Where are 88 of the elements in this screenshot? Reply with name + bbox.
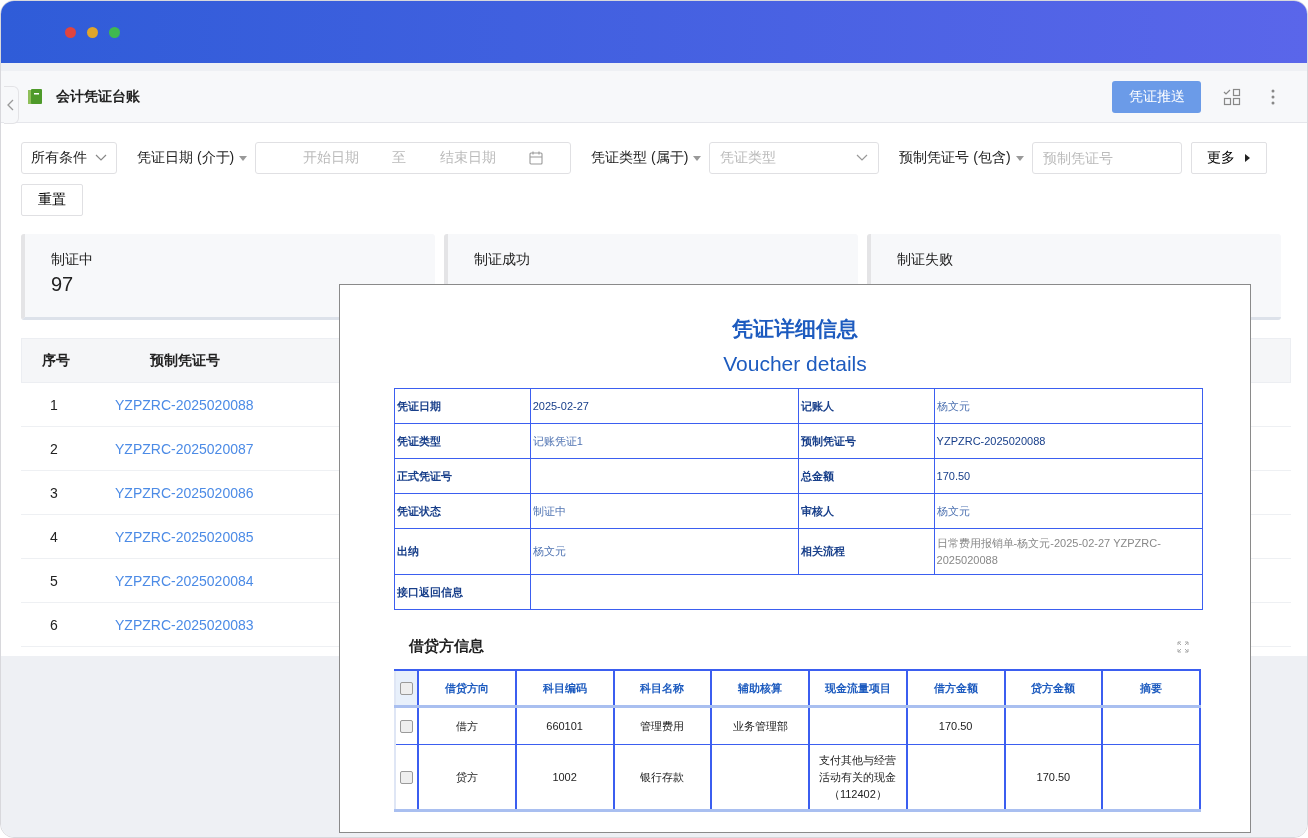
voucher-link[interactable]: YZPZRC-2025020086 <box>87 484 254 501</box>
column-header: 借方金额 <box>906 670 1005 707</box>
field-label: 出纳 <box>394 528 531 575</box>
range-separator: 至 <box>392 149 407 167</box>
row-number: 2 <box>49 440 59 457</box>
column-header: 现金流量项目 <box>809 670 907 707</box>
field-value: YZPZRC-2025020088 <box>934 423 1203 459</box>
column-header: 科目名称 <box>613 670 712 707</box>
stat-value: 97 <box>51 273 74 296</box>
date-range-field[interactable]: 开始日期 至 结束日期 <box>255 142 572 174</box>
reset-button[interactable]: 重置 <box>21 184 83 216</box>
voucher-link[interactable]: YZPZRC-2025020088 <box>87 396 254 413</box>
push-button[interactable]: 凭证推送 <box>1112 80 1201 113</box>
column-header: 预制凭证号 <box>148 351 220 370</box>
start-date-placeholder: 开始日期 <box>302 149 359 167</box>
table-cell-text: 借方 <box>455 718 478 734</box>
field-value: 杨文元 <box>530 528 799 575</box>
chevron-left-icon <box>7 98 15 111</box>
chevron-down-icon <box>95 154 107 162</box>
minimize-dot[interactable] <box>87 26 98 38</box>
row-number: 1 <box>49 396 59 413</box>
voucher-link[interactable]: YZPZRC-2025020083 <box>87 616 254 633</box>
column-header: 借贷方向 <box>418 670 516 707</box>
field-label: 相关流程 <box>798 528 935 575</box>
column-header: 摘要 <box>1102 670 1200 707</box>
number-input[interactable]: 预制凭证号 <box>1031 142 1182 174</box>
table-cell-text: 业务管理部 <box>732 718 788 734</box>
row-number: 4 <box>49 528 59 545</box>
field-value: 杨文元 <box>934 388 1203 424</box>
table-cell-text: 1002 <box>552 769 577 785</box>
book-icon <box>28 88 42 105</box>
type-select[interactable]: 凭证类型 <box>709 142 880 174</box>
table-cell-text: 170.50 <box>938 718 973 734</box>
field-value: 日常费用报销单-杨文元-2025-02-27 YZPZRC-2025020088 <box>934 528 1203 575</box>
row-checkbox[interactable] <box>400 770 413 784</box>
column-header: 科目编码 <box>515 670 614 707</box>
more-button[interactable]: 更多 <box>1190 142 1267 174</box>
dialog-title: 凭证详细信息 <box>731 316 859 342</box>
column-header: 序号 <box>41 351 71 370</box>
table-cell-text: 支付其他与经营活动有关的现金（112402） <box>818 752 898 802</box>
field-label: 总金额 <box>798 458 935 494</box>
close-dot[interactable] <box>65 26 76 38</box>
end-date-placeholder: 结束日期 <box>439 149 496 167</box>
select-all-checkbox[interactable] <box>400 681 413 695</box>
voucher-link[interactable]: YZPZRC-2025020087 <box>87 440 254 457</box>
voucher-link[interactable]: YZPZRC-2025020085 <box>87 528 254 545</box>
number-filter-label[interactable]: 预制凭证号 (包含) <box>899 149 1024 167</box>
field-label: 凭证类型 <box>394 423 531 459</box>
table-cell-text: 贷方 <box>455 769 478 785</box>
column-header: 辅助核算 <box>711 670 809 707</box>
field-label: 凭证日期 <box>394 388 531 424</box>
stat-label: 制证中 <box>51 251 93 269</box>
row-number: 3 <box>49 484 59 501</box>
calendar-icon <box>529 151 544 165</box>
field-label: 记账人 <box>798 388 935 424</box>
expand-icon[interactable] <box>1177 640 1189 653</box>
field-label: 审核人 <box>798 493 935 529</box>
date-filter-label[interactable]: 凭证日期 (介于) <box>137 149 248 167</box>
field-label: 预制凭证号 <box>798 423 935 459</box>
section-title: 借贷方信息 <box>409 637 484 656</box>
page-title: 会计凭证台账 <box>56 87 140 106</box>
column-header: 贷方金额 <box>1004 670 1103 707</box>
row-number: 5 <box>49 572 59 589</box>
maximize-dot[interactable] <box>109 26 120 38</box>
conditions-dropdown[interactable]: 所有条件 <box>21 142 117 174</box>
table-cell-text: 银行存款 <box>640 769 685 785</box>
field-label: 接口返回信息 <box>394 574 531 610</box>
field-value: 杨文元 <box>934 493 1203 529</box>
more-icon[interactable] <box>1271 88 1275 105</box>
chevron-down-icon <box>856 154 869 162</box>
table-cell-text: 660101 <box>546 718 583 734</box>
voucher-link[interactable]: YZPZRC-2025020084 <box>87 572 254 589</box>
table-cell-text: 管理费用 <box>640 718 685 734</box>
field-value: 2025-02-27 <box>530 388 799 424</box>
row-number: 6 <box>49 616 59 633</box>
field-value: 记账凭证1 <box>530 423 799 459</box>
dialog-subtitle: Voucher details <box>722 352 868 376</box>
field-label: 凭证状态 <box>394 493 531 529</box>
table-cell-text: 170.50 <box>1036 769 1071 785</box>
collapse-button[interactable] <box>4 85 19 124</box>
field-value: 制证中 <box>530 493 799 529</box>
field-label: 正式凭证号 <box>394 458 531 494</box>
type-filter-label[interactable]: 凭证类型 (属于) <box>591 149 702 167</box>
stat-label: 制证失败 <box>897 251 953 269</box>
stat-label: 制证成功 <box>474 251 530 269</box>
layout-icon[interactable] <box>1223 87 1241 106</box>
field-value: 170.50 <box>934 458 1203 494</box>
row-checkbox[interactable] <box>400 719 413 733</box>
